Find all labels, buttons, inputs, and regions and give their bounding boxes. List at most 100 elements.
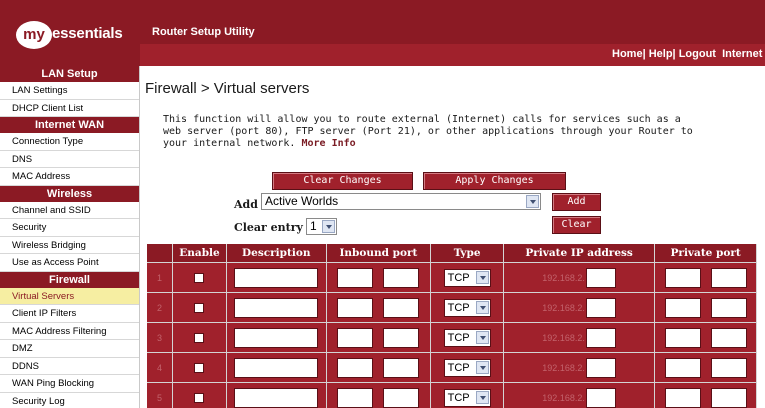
sidebar-item-use-as-access-point[interactable]: Use as Access Point [0,254,139,272]
inbound-port-end-input[interactable] [383,327,420,348]
col-header-private-ip: Private IP address [503,244,656,262]
service-select[interactable]: Active Worlds [261,193,541,210]
logout-link[interactable]: Logout [679,48,716,60]
inbound-port-start-input[interactable] [337,267,374,288]
description-input[interactable] [234,387,319,408]
chevron-down-icon[interactable] [475,271,489,285]
private-ip-last-octet-input[interactable] [585,327,616,348]
private-port-start-input[interactable] [664,267,701,288]
sidebar-item-wireless-bridging[interactable]: Wireless Bridging [0,237,139,254]
description-cell [227,292,327,322]
help-link[interactable]: Help [649,48,673,60]
sidebar-item-security-log[interactable]: Security Log [0,393,139,408]
sidebar-item-security[interactable]: Security [0,219,139,237]
type-select[interactable]: TCP [443,269,491,288]
sidebar-item-mac-address[interactable]: MAC Address [0,168,139,186]
logo-text: essentials [52,25,123,42]
private-port-end-input[interactable] [710,327,747,348]
inbound-port-end-input[interactable] [383,357,420,378]
sidebar-item-wan-ping-blocking[interactable]: WAN Ping Blocking [0,375,139,393]
description-input[interactable] [234,327,319,348]
inbound-port-end-input[interactable] [383,297,420,318]
sidebar-item-channel-and-ssid[interactable]: Channel and SSID [0,202,139,219]
private-port-cell [655,382,757,408]
add-button[interactable]: Add [552,193,601,211]
inbound-port-cell [326,382,432,408]
sidebar-item-client-ip-filters[interactable]: Client IP Filters [0,305,139,323]
clear-button[interactable]: Clear [552,216,601,234]
private-port-start-input[interactable] [664,357,701,378]
clear-entry-label: Clear entry [234,221,303,234]
ip-prefix: 192.168.2. [542,332,585,343]
private-port-start-input[interactable] [664,327,701,348]
enable-checkbox[interactable] [194,303,205,313]
private-port-end-input[interactable] [710,357,747,378]
description-input[interactable] [234,357,319,378]
apply-changes-button[interactable]: Apply Changes [423,172,566,190]
logo-circle: my [16,21,52,49]
chevron-down-icon[interactable] [475,301,489,315]
enable-checkbox[interactable] [194,393,205,403]
private-ip-cell: 192.168.2. [503,382,656,408]
add-label: Add [234,198,258,211]
private-port-start-input[interactable] [664,387,701,408]
private-ip-last-octet-input[interactable] [585,267,616,288]
internet-status-link[interactable]: Internet S [722,48,765,60]
ip-prefix: 192.168.2. [542,302,585,313]
private-port-end-input[interactable] [710,267,747,288]
col-header-type: Type [431,244,504,262]
enable-cell [172,382,228,408]
chevron-down-icon[interactable] [475,331,489,345]
page-description: This function will allow you to route ex… [163,114,693,150]
private-port-end-input[interactable] [710,297,747,318]
private-port-start-input[interactable] [664,297,701,318]
home-link[interactable]: Home [612,48,643,60]
inbound-port-end-input[interactable] [383,387,420,408]
col-header-description: Description [227,244,327,262]
private-ip-cell: 192.168.2. [503,352,656,382]
header-bar: my essentials Router Setup Utility Home|… [0,0,765,66]
table-header-row: Enable Description Inbound port Type Pri… [147,244,757,262]
type-select[interactable]: TCP [443,359,491,378]
inbound-port-end-input[interactable] [383,267,420,288]
inbound-port-start-input[interactable] [337,327,374,348]
type-select-value: TCP [447,302,470,315]
type-select-value: TCP [447,272,470,285]
enable-checkbox[interactable] [194,333,205,343]
chevron-down-icon[interactable] [475,391,489,405]
clear-entry-select[interactable]: 1 [306,218,337,235]
sidebar-item-connection-type[interactable]: Connection Type [0,133,139,151]
type-select[interactable]: TCP [443,389,491,408]
more-info-link[interactable]: More Info [301,138,355,149]
enable-checkbox[interactable] [194,363,205,373]
private-port-end-input[interactable] [710,387,747,408]
private-ip-last-octet-input[interactable] [585,387,616,408]
chevron-down-icon[interactable] [322,220,335,233]
sidebar-item-lan-settings[interactable]: LAN Settings [0,82,139,100]
sidebar-item-dmz[interactable]: DMZ [0,340,139,358]
private-ip-cell: 192.168.2. [503,292,656,322]
clear-changes-button[interactable]: Clear Changes [272,172,413,190]
chevron-down-icon[interactable] [526,195,539,208]
row-number: 2 [147,292,173,322]
description-input[interactable] [234,267,319,288]
description-input[interactable] [234,297,319,318]
inbound-port-start-input[interactable] [337,387,374,408]
type-select[interactable]: TCP [443,329,491,348]
chevron-down-icon[interactable] [475,361,489,375]
private-ip-cell: 192.168.2. [503,322,656,352]
sidebar-item-dns[interactable]: DNS [0,151,139,168]
inbound-port-start-input[interactable] [337,357,374,378]
sidebar-item-virtual-servers[interactable]: Virtual Servers [0,287,139,305]
type-select[interactable]: TCP [443,299,491,318]
sidebar-item-mac-address-filtering[interactable]: MAC Address Filtering [0,323,139,340]
enable-checkbox[interactable] [194,273,205,283]
inbound-port-start-input[interactable] [337,297,374,318]
sidebar-item-ddns[interactable]: DDNS [0,358,139,375]
sidebar-item-dhcp-client-list[interactable]: DHCP Client List [0,100,139,117]
type-cell: TCP [431,292,504,322]
table-row: 1 TCP 192.168.2. [147,262,757,292]
private-ip-last-octet-input[interactable] [585,357,616,378]
app-title: Router Setup Utility [152,26,255,38]
private-ip-last-octet-input[interactable] [585,297,616,318]
